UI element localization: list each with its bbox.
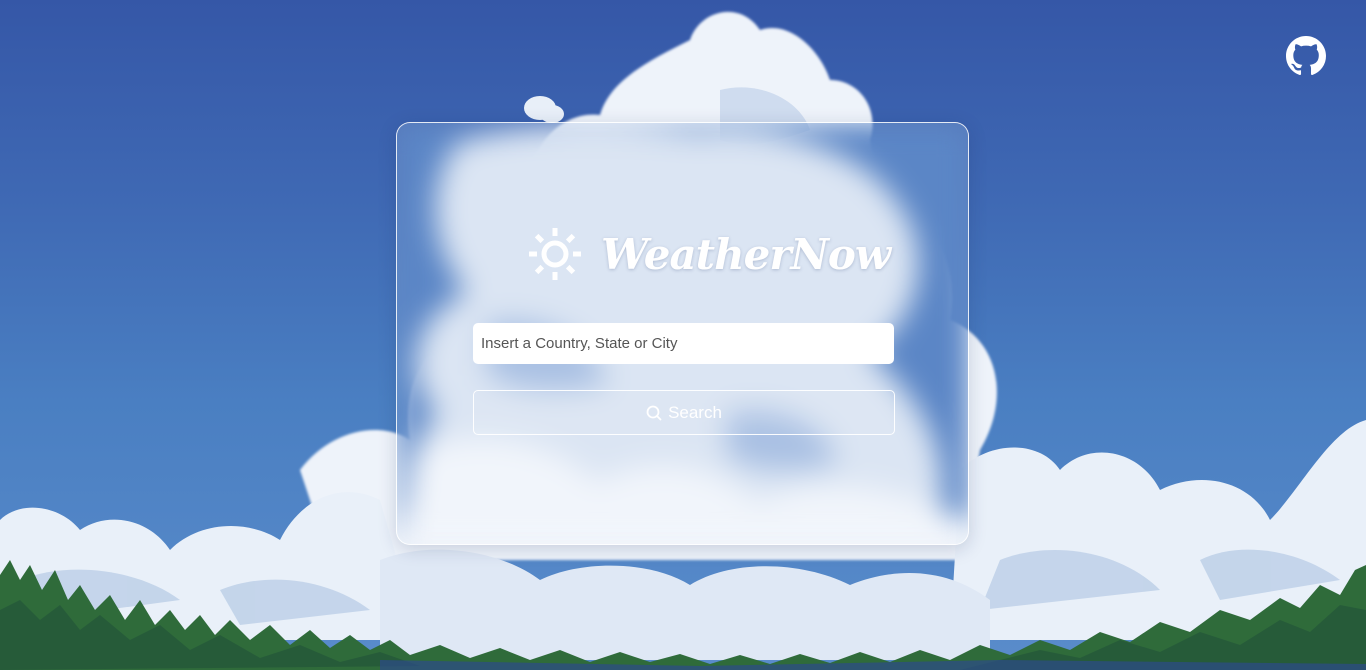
- github-link[interactable]: [1286, 36, 1326, 76]
- small-cloud: [524, 96, 564, 123]
- github-icon: [1286, 36, 1326, 76]
- bottom-clouds: [380, 549, 990, 660]
- search-icon: [646, 405, 662, 420]
- page: WeatherNow Search: [0, 0, 1366, 670]
- search-input[interactable]: [473, 323, 894, 364]
- brand-name: WeatherNow: [601, 229, 891, 279]
- search-button[interactable]: Search: [473, 390, 895, 435]
- sun-icon: [529, 228, 581, 280]
- search-card: WeatherNow Search: [396, 122, 969, 545]
- search-button-label: Search: [668, 402, 722, 422]
- brand: WeatherNow: [527, 219, 891, 289]
